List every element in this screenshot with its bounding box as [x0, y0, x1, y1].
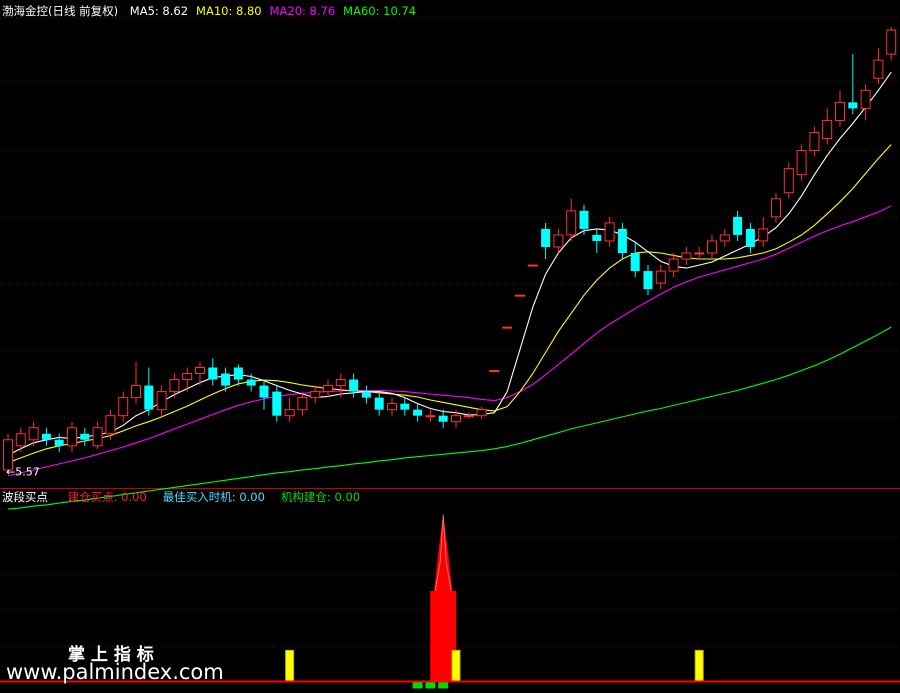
candle-body-13 [169, 379, 180, 393]
chart-canvas[interactable]: ←5.57 [0, 0, 900, 693]
candle-body-38 [489, 370, 500, 372]
best-time-bar-54 [694, 649, 704, 682]
ma-label-2: MA20: 8.76 [269, 4, 336, 18]
candle-body-36 [463, 415, 474, 418]
candle-body-31 [400, 403, 410, 410]
candle-body-6 [80, 433, 90, 440]
candle-body-69 [886, 29, 897, 55]
ma-legend: MA5: 8.62 MA10: 8.80 MA20: 8.76 MA60: 10.74 [122, 4, 416, 18]
candle-body-32 [413, 409, 423, 416]
candle-body-47 [604, 222, 615, 242]
candle-body-62 [796, 150, 807, 176]
candle-body-35 [451, 415, 461, 423]
candle-body-25 [323, 385, 333, 393]
candle-body-19 [246, 379, 256, 386]
candle-body-21 [272, 391, 282, 416]
ma-label-0: MA5: 8.62 [129, 4, 189, 18]
candle-body-48 [617, 228, 627, 253]
candle-body-26 [335, 379, 346, 387]
candle-body-23 [297, 397, 308, 411]
institution-mark-32 [412, 682, 423, 689]
candle-body-34 [438, 415, 448, 422]
indicator-legend: 建仓买点: 0.00 最佳买入时机: 0.00 机构建仓: 0.00 [52, 490, 360, 504]
indicator-panel-header: 波段买点 建仓买点: 0.00 最佳买入时机: 0.00 机构建仓: 0.00 [2, 490, 360, 504]
candle-body-45 [579, 210, 589, 229]
candle-body-59 [758, 228, 769, 242]
watermark-url: www.palmindex.com [6, 660, 224, 684]
candle-body-40 [515, 294, 525, 297]
candle-body-68 [873, 59, 884, 79]
indicator-label-1: 最佳买入时机: 0.00 [162, 490, 265, 504]
indicator-title: 波段买点 [2, 490, 48, 504]
candle-body-3 [41, 433, 51, 440]
indicator-label-0: 建仓买点: 0.00 [67, 490, 147, 504]
candle-body-18 [233, 367, 243, 380]
candle-body-33 [425, 415, 436, 418]
candle-body-42 [541, 228, 551, 247]
candle-body-44 [566, 210, 577, 236]
candle-body-14 [182, 373, 193, 381]
candle-body-22 [284, 409, 295, 417]
candle-body-46 [592, 234, 602, 241]
candle-body-60 [771, 198, 781, 218]
candle-body-10 [131, 385, 141, 399]
candle-body-30 [387, 403, 397, 411]
ma10-line [7, 144, 892, 464]
candle-body-27 [349, 379, 359, 392]
candle-body-64 [822, 119, 833, 140]
candle-body-20 [259, 385, 269, 398]
candle-body-9 [118, 397, 129, 417]
ma20-line [7, 205, 892, 477]
candle-body-50 [643, 271, 653, 290]
candle-body-4 [54, 439, 64, 446]
candle-body-7 [92, 427, 103, 447]
ma-label-3: MA60: 10.74 [343, 4, 417, 18]
candle-body-67 [860, 89, 871, 109]
candle-body-61 [783, 168, 794, 194]
candle-body-54 [694, 252, 705, 255]
stock-chart-window: ←5.57 渤海金控(日线 前复权) MA5: 8.62 MA10: 8.80 MA… [0, 0, 900, 693]
institution-mark-34 [438, 682, 449, 689]
candle-body-41 [527, 264, 538, 267]
candle-body-1 [15, 433, 26, 447]
candle-body-24 [310, 391, 321, 399]
indicator-label-2: 机构建仓: 0.00 [280, 490, 361, 504]
candle-body-37 [476, 409, 487, 417]
candle-body-28 [361, 391, 371, 398]
candle-body-16 [208, 367, 218, 380]
candle-body-29 [374, 397, 384, 410]
candle-body-12 [156, 391, 167, 411]
candle-body-65 [835, 101, 845, 121]
candle-body-15 [195, 366, 205, 375]
candle-body-56 [719, 234, 730, 242]
best-time-bar-22 [285, 649, 295, 682]
best-time-bar-front-35 [451, 649, 461, 682]
stock-title: 渤海金控(日线 前复权) [2, 4, 119, 18]
candle-body-43 [553, 234, 564, 248]
candle-body-17 [221, 373, 231, 386]
candle-body-5 [67, 427, 77, 447]
ma-label-1: MA10: 8.80 [196, 4, 262, 18]
candle-body-39 [502, 326, 513, 329]
candle-body-63 [809, 131, 820, 152]
candle-body-57 [733, 216, 743, 235]
candle-body-8 [105, 415, 116, 435]
candle-body-52 [668, 258, 679, 272]
candle-body-55 [707, 240, 717, 254]
candle-body-58 [745, 228, 755, 247]
candle-body-11 [144, 385, 154, 410]
candle-body-66 [848, 102, 858, 109]
low-price-marker: ←5.57 [6, 466, 40, 479]
institution-mark-33 [425, 682, 436, 689]
candle-body-2 [28, 427, 39, 441]
candle-body-51 [655, 270, 666, 284]
price-panel-header: 渤海金控(日线 前复权) MA5: 8.62 MA10: 8.80 MA20: 8.… [2, 4, 416, 18]
candle-body-49 [630, 253, 640, 272]
candle-body-53 [681, 252, 692, 260]
